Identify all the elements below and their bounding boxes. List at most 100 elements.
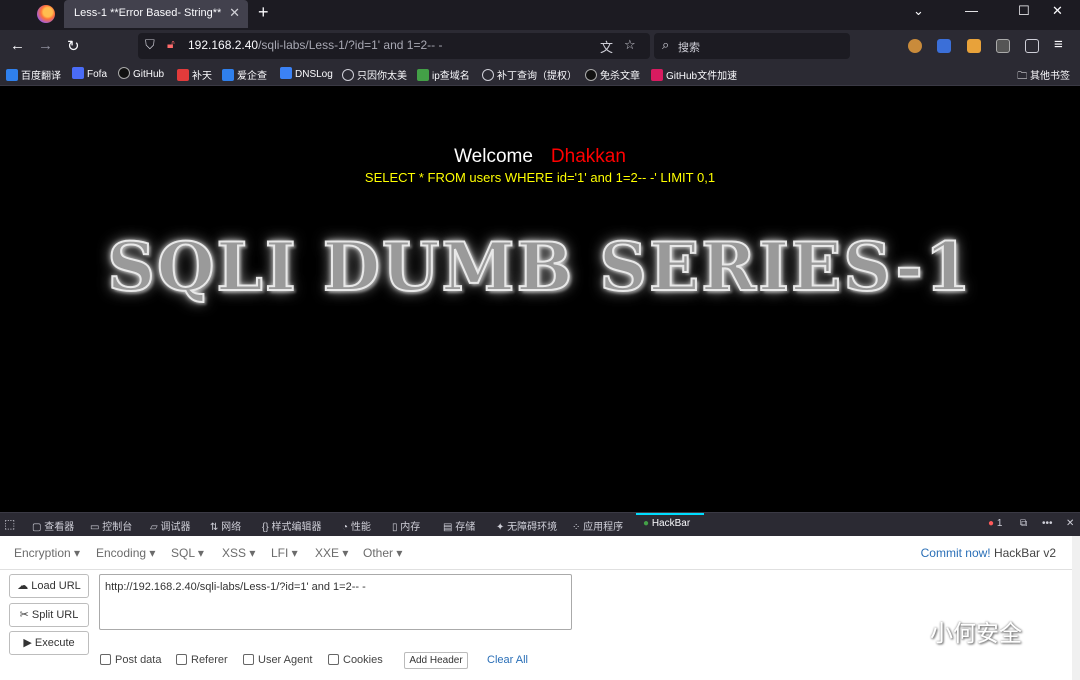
cloud-download-icon: ☁︎	[17, 580, 29, 592]
bookmark-star-icon[interactable]: ☆	[624, 37, 636, 53]
watermark: 小何安全	[880, 614, 1022, 648]
other-bookmarks[interactable]: 🗀︎ 其他书签	[1017, 67, 1070, 86]
add-header-button[interactable]: Add Header	[404, 652, 468, 669]
checkbox-box	[243, 654, 254, 665]
bookmarks-bar: 百度翻译 Fofa GitHub 补天 爱企查 DNSLog 只因你太美 ip查…	[0, 62, 1080, 86]
bookmark-item[interactable]: 补丁查询（提权）	[482, 67, 577, 82]
dnslog-icon	[280, 67, 292, 79]
cookies-checkbox[interactable]: Cookies	[328, 654, 383, 666]
tab-active[interactable]: Less-1 **Error Based- String** ✕	[64, 0, 248, 28]
error-count-badge[interactable]: ● 1	[988, 518, 1002, 529]
split-url-button[interactable]: ✂ Split URL	[9, 603, 89, 627]
scissors-icon: ✂	[19, 609, 29, 621]
active-tab-indicator	[636, 513, 704, 515]
bookmark-item[interactable]: 爱企查	[222, 67, 267, 82]
hackbar-panel: Encryption ▾ Encoding ▾ SQL ▾ XSS ▾ LFI …	[0, 536, 1080, 680]
tab-inspector[interactable]: ▢ 查看器	[32, 518, 74, 533]
more-options-icon[interactable]: •••	[1042, 518, 1053, 529]
close-devtools-icon[interactable]: ✕	[1066, 518, 1074, 529]
translate-extension-icon[interactable]	[937, 39, 951, 53]
shield-icon[interactable]: ⛉	[145, 37, 155, 53]
tab-title: Less-1 **Error Based- String**	[74, 7, 222, 19]
menu-lfi[interactable]: LFI ▾	[271, 546, 298, 560]
fofa-icon	[72, 67, 84, 79]
translate-icon[interactable]: 文	[600, 37, 613, 56]
menu-encryption[interactable]: Encryption ▾	[14, 546, 80, 560]
bookmark-item[interactable]: Fofa	[72, 67, 107, 80]
tab-network[interactable]: ⇅ 网络	[210, 518, 241, 533]
url-host: 192.168.2.40	[188, 38, 259, 52]
bookmark-item[interactable]: 补天	[177, 67, 212, 82]
hackbar-version: HackBar v2	[993, 546, 1056, 560]
tab-storage[interactable]: ▤ 存储	[443, 518, 475, 533]
hackbar-icon: ●	[643, 518, 650, 529]
checkbox-box	[176, 654, 187, 665]
butian-icon	[177, 69, 189, 81]
menu-encoding[interactable]: Encoding ▾	[96, 546, 155, 560]
tab-debugger[interactable]: ▱ 调试器	[150, 518, 190, 533]
execute-button[interactable]: ▶ Execute	[9, 631, 89, 655]
title-bar: Less-1 **Error Based- String** ✕ + ⌄ — ☐…	[0, 0, 1080, 30]
tab-console[interactable]: ▭ 控制台	[90, 518, 132, 533]
referer-checkbox[interactable]: Referer	[176, 654, 228, 666]
url-textarea[interactable]: http://192.168.2.40/sqli-labs/Less-1/?id…	[99, 574, 572, 630]
bookmark-item[interactable]: 只因你太美	[342, 67, 407, 82]
dock-toggle-icon[interactable]: ⧉	[1020, 518, 1027, 529]
back-button[interactable]: ←	[10, 37, 25, 54]
tab-style-editor[interactable]: {} 样式编辑器	[262, 518, 321, 533]
url-bar[interactable]: ⛉ 🔓︎ 192.168.2.40/sqli-labs/Less-1/?id=1…	[138, 33, 650, 59]
bookmark-item[interactable]: ip查域名	[417, 67, 470, 82]
search-bar[interactable]: ⌕ 搜索	[654, 33, 850, 59]
extension-glasses-icon[interactable]	[996, 39, 1010, 53]
list-all-tabs-icon[interactable]: ⌄	[913, 3, 924, 19]
github-accel-icon	[651, 69, 663, 81]
post-data-checkbox[interactable]: Post data	[100, 654, 161, 666]
menu-xxe[interactable]: XXE ▾	[315, 546, 348, 560]
bookmark-item[interactable]: 免杀文章	[585, 67, 640, 82]
element-picker-icon[interactable]: ⬚	[4, 517, 15, 531]
ip-lookup-icon	[417, 69, 429, 81]
aiqicha-icon	[222, 69, 234, 81]
github-icon	[118, 67, 130, 79]
tab-accessibility[interactable]: ✦ 无障碍环境	[496, 518, 557, 533]
extensions-puzzle-icon[interactable]	[1025, 39, 1039, 53]
forward-button[interactable]: →	[38, 37, 53, 54]
clear-all-link[interactable]: Clear All	[487, 654, 528, 666]
new-tab-button[interactable]: +	[258, 2, 269, 23]
maximize-button[interactable]: ☐	[1018, 3, 1030, 19]
menu-sql[interactable]: SQL ▾	[171, 546, 204, 560]
search-icon: ⌕	[662, 37, 670, 52]
menu-hamburger-icon[interactable]: ≡	[1054, 36, 1063, 53]
nav-bar: ← → ↻ ⛉ 🔓︎ 192.168.2.40/sqli-labs/Less-1…	[0, 30, 1080, 62]
tab-application[interactable]: ⁘ 应用程序	[572, 518, 623, 533]
load-url-button[interactable]: ☁︎ Load URL	[9, 574, 89, 598]
reload-button[interactable]: ↻	[67, 37, 80, 55]
tab-performance[interactable]: ◔ 性能	[342, 518, 371, 533]
page-content: Welcome Dhakkan SELECT * FROM users WHERE…	[0, 86, 1080, 512]
bookmark-item[interactable]: DNSLog	[280, 67, 333, 80]
close-window-button[interactable]: ✕	[1052, 3, 1063, 19]
devtools-toolbar: ⬚ ▢ 查看器 ▭ 控制台 ▱ 调试器 ⇅ 网络 {} 样式编辑器 ◔ 性能 ▯…	[0, 512, 1080, 536]
bookmark-item[interactable]: 百度翻译	[6, 67, 61, 82]
welcome-line: Welcome Dhakkan	[0, 146, 1080, 168]
minimize-button[interactable]: —	[965, 3, 978, 18]
wechat-icon	[882, 620, 922, 646]
url-text[interactable]: 192.168.2.40/sqli-labs/Less-1/?id=1' and…	[188, 38, 442, 52]
github-icon	[585, 69, 597, 81]
bookmark-item[interactable]: GitHub文件加速	[651, 67, 737, 82]
welcome-text: Welcome	[454, 146, 533, 167]
extension-avatar-icon[interactable]	[908, 39, 922, 53]
commit-link[interactable]: Commit now!	[921, 546, 991, 560]
checkbox-box	[100, 654, 111, 665]
tab-memory[interactable]: ▯ 内存	[392, 518, 420, 533]
tab-close-icon[interactable]: ✕	[229, 0, 240, 26]
menu-other[interactable]: Other ▾	[363, 546, 402, 560]
bookmark-item[interactable]: GitHub	[118, 67, 164, 80]
folder-icon: 🗀︎	[1017, 71, 1030, 82]
menu-xss[interactable]: XSS ▾	[222, 546, 255, 560]
burp-extension-icon[interactable]	[967, 39, 981, 53]
insecure-lock-icon[interactable]: 🔓︎	[167, 37, 175, 52]
user-agent-checkbox[interactable]: User Agent	[243, 654, 312, 666]
scrollbar[interactable]	[1072, 536, 1080, 680]
tab-hackbar[interactable]: ● HackBar	[643, 518, 690, 529]
